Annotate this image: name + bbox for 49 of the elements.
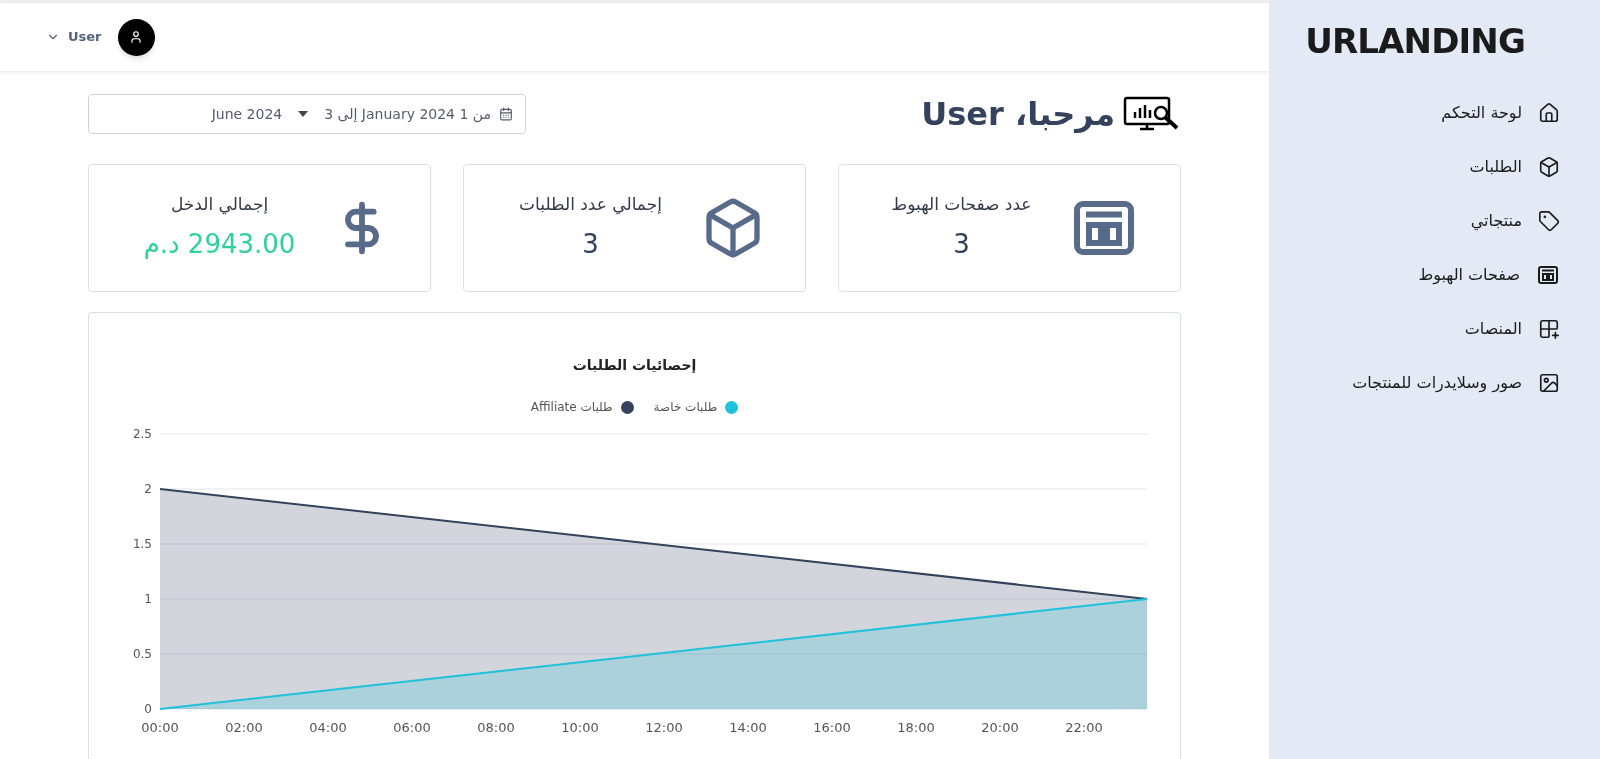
stat-label: عدد صفحات الهبوط <box>891 192 1032 217</box>
nav-icon <box>1538 372 1560 394</box>
nav-item[interactable]: المنصات <box>1285 309 1560 349</box>
nav-icon <box>1538 102 1560 124</box>
x-axis-label: 22:00 <box>1064 720 1103 735</box>
x-axis-label: 12:00 <box>644 720 683 735</box>
nav-icon <box>1538 156 1560 178</box>
monitor-chart-icon <box>1123 96 1181 132</box>
nav-icon <box>1538 210 1560 232</box>
x-axis-label: 02:00 <box>224 720 263 735</box>
y-axis-label: 2 <box>143 482 152 496</box>
nav-item[interactable]: صور وسلايدرات للمنتجات <box>1285 363 1560 403</box>
caret-down-icon <box>298 111 309 117</box>
nav-item[interactable]: صفحات الهبوط <box>1285 255 1560 295</box>
stat-value: 2943.00 د.م <box>143 228 296 262</box>
stat-label: إجمالي عدد الطلبات <box>519 192 662 217</box>
y-axis-label: 0 <box>143 702 152 716</box>
y-axis-label: 1 <box>143 592 152 606</box>
legend-label: طلبات Affiliate <box>530 399 613 416</box>
x-axis-label: 14:00 <box>728 720 767 735</box>
stat-value: 3 <box>953 228 970 262</box>
y-axis-label: 2.5 <box>132 427 152 441</box>
x-axis-label: 16:00 <box>812 720 851 735</box>
date-range-text: من 1 January 2024 إلى 3 <box>324 104 491 125</box>
x-axis-label: 20:00 <box>980 720 1019 735</box>
nav-icon <box>1536 263 1560 287</box>
user-menu-button[interactable]: User <box>46 27 102 47</box>
legend-label: طلبات خاصة <box>653 399 718 416</box>
stat-value: 3 <box>582 228 599 262</box>
x-axis-label: 04:00 <box>308 720 347 735</box>
nav-item[interactable]: الطلبات <box>1285 147 1560 187</box>
date-range-end: June 2024 <box>211 104 283 124</box>
user-icon <box>129 30 144 44</box>
x-axis-label: 00:00 <box>140 720 179 735</box>
nav-item[interactable]: لوحة التحكم <box>1285 93 1560 133</box>
avatar[interactable] <box>117 18 155 56</box>
x-axis-label: 08:00 <box>476 720 515 735</box>
brand-logo: URLANDING <box>1305 20 1525 63</box>
x-axis-label: 10:00 <box>560 720 599 735</box>
x-axis-label: 18:00 <box>896 720 935 735</box>
y-axis-label: 0.5 <box>132 647 152 661</box>
calendar-icon <box>499 107 513 121</box>
stat-label: إجمالي الدخل <box>170 192 269 217</box>
nav-icon <box>1538 318 1560 340</box>
nav-item[interactable]: منتجاتي <box>1285 201 1560 241</box>
x-axis-label: 06:00 <box>392 720 431 735</box>
welcome-title: مرحبا، User <box>921 94 1115 135</box>
chart-title: إحصائيات الطلبات <box>572 356 697 375</box>
y-axis-label: 1.5 <box>132 537 152 551</box>
